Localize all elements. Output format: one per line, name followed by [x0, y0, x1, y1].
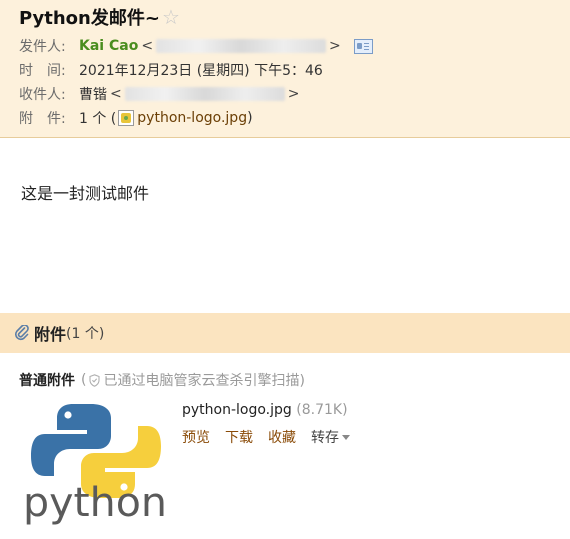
sender-email-redacted — [156, 39, 327, 53]
python-logo-thumbnail[interactable]: python — [21, 398, 171, 528]
recipient-name[interactable]: 曹锴 — [79, 84, 107, 104]
attachment-count: 1 个 ( — [79, 111, 117, 127]
scan-open-paren: ( — [81, 372, 87, 388]
time-label: 时 间: — [19, 63, 66, 79]
recipient-label: 收件人: — [19, 87, 66, 103]
dropdown-caret-icon — [342, 434, 350, 440]
contact-card-icon[interactable] — [353, 38, 373, 54]
attachment-row: 附 件: 1 个 ( python-logo.jpg ) — [19, 108, 253, 128]
favorite-link[interactable]: 收藏 — [268, 427, 296, 447]
recipient-bracket-open: < — [110, 86, 122, 102]
recipient-bracket-close: > — [287, 86, 300, 102]
shield-icon — [89, 373, 101, 387]
paperclip-icon — [15, 325, 29, 341]
attachment-file-name[interactable]: python-logo.jpg — [182, 402, 292, 418]
attachments-count: (1 个) — [66, 326, 105, 342]
save-to-label: 转存 — [311, 430, 339, 446]
python-logo-wordmark: python — [23, 480, 167, 526]
normal-attachments-title: 普通附件 — [19, 373, 75, 389]
image-file-icon — [118, 110, 135, 126]
star-icon[interactable]: ☆ — [162, 7, 180, 27]
sender-row: 发件人: Kai Cao < > — [19, 36, 373, 56]
sender-bracket-close: > — [329, 38, 341, 54]
save-to-dropdown[interactable]: 转存 — [311, 427, 350, 447]
attachment-file-size: (8.71K) — [296, 402, 348, 418]
normal-attachments-row: 普通附件 ( 已通过电脑管家云查杀引擎扫描) — [19, 370, 305, 390]
download-link[interactable]: 下载 — [225, 427, 253, 447]
attachment-actions: 预览 下载 收藏 转存 — [182, 427, 365, 447]
sender-name[interactable]: Kai Cao — [79, 38, 138, 54]
preview-link[interactable]: 预览 — [182, 427, 210, 447]
attachment-file-name-row: python-logo.jpg (8.71K) — [182, 402, 348, 418]
python-logo-eye-blue — [64, 411, 72, 419]
recipient-email-redacted — [124, 87, 285, 101]
time-value: 2021年12月23日 (星期四) 下午5：46 — [79, 63, 323, 79]
attachment-file-link[interactable]: python-logo.jpg — [137, 110, 247, 126]
time-row: 时 间: 2021年12月23日 (星期四) 下午5：46 — [19, 60, 323, 80]
sender-label: 发件人: — [19, 39, 66, 55]
email-body-text: 这是一封测试邮件 — [21, 184, 150, 203]
scan-status: ( 已通过电脑管家云查杀引擎扫描) — [81, 370, 305, 390]
attachment-label: 附 件: — [19, 111, 66, 127]
sender-bracket-open: < — [141, 38, 154, 54]
email-header: Python发邮件~ ☆ 发件人: Kai Cao < > 时 间: 2021年… — [0, 0, 570, 138]
attachments-bar: 附件 (1 个) — [0, 313, 570, 353]
attachments-title: 附件 — [34, 325, 67, 344]
scan-text: 已通过电脑管家云查杀引擎扫描) — [103, 373, 305, 389]
attachment-close-paren: ) — [247, 110, 253, 126]
recipient-row: 收件人: 曹锴 < > — [19, 84, 302, 104]
subject-row: Python发邮件~ ☆ — [19, 4, 180, 30]
email-subject: Python发邮件~ — [19, 8, 160, 29]
